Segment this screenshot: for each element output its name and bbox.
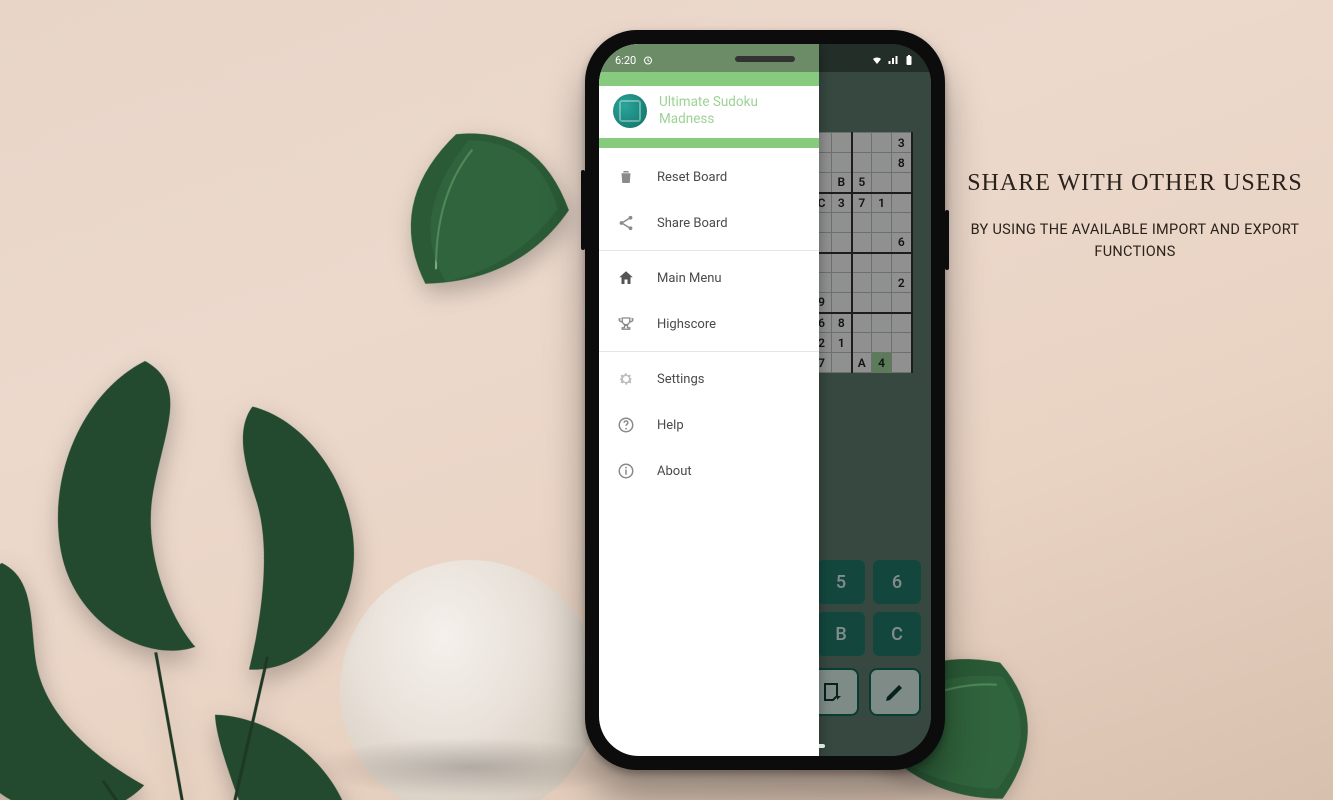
drawer-item-high[interactable]: Highscore: [599, 301, 819, 347]
drawer-item-share[interactable]: Share Board: [599, 200, 819, 246]
drawer-item-label: Share Board: [657, 216, 728, 231]
home-icon: [617, 269, 635, 287]
drawer-separator: [599, 250, 819, 251]
info-icon: [617, 462, 635, 480]
marble-pedestal: [340, 560, 600, 800]
drawer-item-label: Highscore: [657, 317, 716, 332]
marketing-subtitle: BY USING THE AVAILABLE IMPORT AND EXPORT…: [960, 219, 1310, 263]
statusbar-time: 6:20: [615, 54, 636, 67]
drawer-item-main[interactable]: Main Menu: [599, 255, 819, 301]
leaf-accent-top: [355, 81, 605, 319]
drawer-item-set[interactable]: Settings: [599, 356, 819, 402]
app-title-line1: Ultimate Sudoku: [659, 94, 758, 111]
share-icon: [617, 214, 635, 232]
drawer-item-reset[interactable]: Reset Board: [599, 154, 819, 200]
help-icon: [617, 416, 635, 434]
signal-icon: [887, 54, 899, 66]
drawer-item-label: Main Menu: [657, 271, 722, 286]
alarm-icon: [642, 54, 654, 66]
phone-screen: 6:20 38B5C37162968217A4 56BC: [599, 44, 931, 756]
drawer-app-title: Ultimate Sudoku Madness: [659, 94, 758, 128]
drawer-item-label: Help: [657, 418, 684, 433]
drawer-item-label: Settings: [657, 372, 704, 387]
marketing-title: SHARE WITH OTHER USERS: [960, 170, 1310, 197]
phone-speaker-slit: [735, 56, 795, 62]
drawer-item-help[interactable]: Help: [599, 402, 819, 448]
drawer-item-label: About: [657, 464, 692, 479]
drawer-menu: Reset Board Share Board Main Menu Highscore…: [599, 148, 819, 494]
app-title-line2: Madness: [659, 111, 758, 128]
drawer-separator: [599, 351, 819, 352]
drawer-header: Ultimate Sudoku Madness: [599, 86, 819, 138]
navigation-drawer: Ultimate Sudoku Madness Reset Board Share…: [599, 44, 819, 756]
marketing-copy: SHARE WITH OTHER USERS BY USING THE AVAI…: [960, 170, 1310, 263]
gear-icon: [617, 370, 635, 388]
drawer-item-about[interactable]: About: [599, 448, 819, 494]
app-logo-avatar: [613, 94, 647, 128]
wifi-icon: [871, 54, 883, 66]
trophy-icon: [617, 315, 635, 333]
drawer-item-label: Reset Board: [657, 170, 727, 185]
battery-icon: [903, 54, 915, 66]
gesture-home-indicator[interactable]: [705, 744, 825, 748]
phone-frame: 6:20 38B5C37162968217A4 56BC: [585, 30, 945, 770]
trash-icon: [617, 168, 635, 186]
